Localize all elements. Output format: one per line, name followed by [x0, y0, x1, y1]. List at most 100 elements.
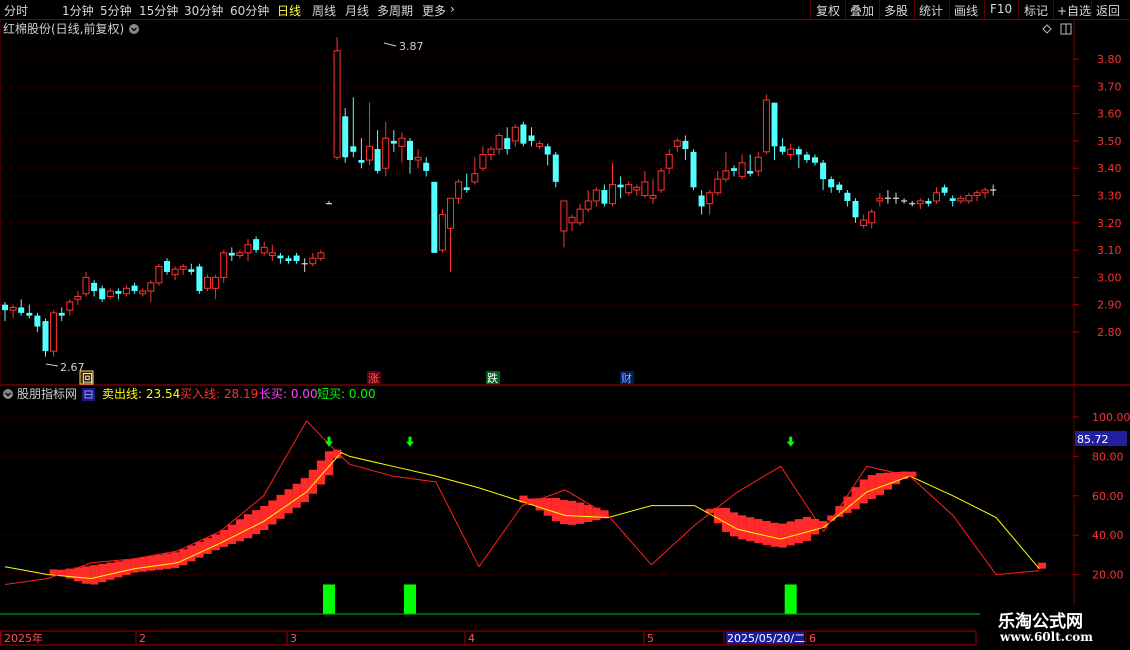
candle-body — [277, 255, 284, 259]
candle — [366, 102, 373, 166]
ribbon-block — [543, 498, 552, 516]
ribbon-block — [211, 534, 220, 551]
candle — [941, 184, 948, 196]
ribbon-block — [875, 473, 884, 495]
candle — [414, 149, 422, 169]
ribbon-block — [738, 515, 747, 540]
menu-daily[interactable]: 日线 — [277, 2, 301, 19]
candle — [423, 157, 430, 177]
menu-15min[interactable]: 15分钟 — [139, 2, 178, 19]
menu-monthly[interactable]: 月线 — [345, 2, 369, 19]
menu-f10[interactable]: F10 — [990, 2, 1012, 16]
ribbon-block — [106, 562, 115, 580]
menu-overlay[interactable]: 叠加 — [850, 2, 874, 19]
menu-fenshi[interactable]: 分时 — [4, 2, 28, 19]
candles — [2, 37, 997, 357]
menu-statistics[interactable]: 统计 — [919, 2, 943, 19]
indicator-name: 股朋指标网 — [17, 386, 77, 401]
candle-body — [682, 140, 689, 150]
ribbon-block — [859, 479, 868, 504]
date-axis — [0, 630, 977, 646]
candle — [18, 299, 25, 316]
candle-body — [431, 181, 438, 253]
menu-1min[interactable]: 1分钟 — [62, 2, 94, 19]
candle-body — [868, 211, 876, 224]
price-tick-label: 3.10 — [1097, 244, 1122, 257]
candle-body — [641, 181, 649, 197]
candle — [204, 274, 211, 292]
menu-weekly[interactable]: 周线 — [312, 2, 336, 19]
ribbon-block — [130, 558, 139, 573]
chevron-right-icon[interactable]: › — [450, 2, 455, 16]
stock-chart[interactable]: 3.80 3.70 3.60 3.50 3.40 3.30 3.20 3.10 3.00 2.90… — [0, 19, 1130, 650]
menu-multi-period[interactable]: 多周期 — [377, 2, 413, 19]
candle-body — [949, 198, 956, 201]
candle-body — [228, 252, 235, 256]
menu-back[interactable]: 返回 — [1096, 2, 1120, 19]
candle — [212, 274, 220, 300]
candle — [754, 151, 762, 177]
candle-body — [933, 192, 940, 202]
candle — [641, 170, 649, 199]
ribbon-block — [584, 505, 593, 523]
ribbon-block — [730, 512, 739, 537]
toolbar: 分时 1分钟 5分钟 15分钟 30分钟 60分钟 日线 周线 月线 多周期 更… — [0, 0, 1130, 20]
price-tick-label: 3.80 — [1097, 53, 1122, 66]
ribbon-block — [235, 519, 245, 542]
ribbon-block — [794, 519, 803, 544]
candle — [260, 241, 268, 256]
indicator-grid — [0, 416, 1074, 576]
candle — [479, 146, 487, 171]
price-tick-label: 3.20 — [1097, 217, 1122, 230]
candle — [471, 157, 479, 185]
candle — [536, 140, 544, 150]
indicator-chevron-icon[interactable] — [3, 389, 13, 399]
candle-body — [747, 170, 754, 174]
candle-body — [244, 244, 252, 254]
menu-add-favorite[interactable]: +自选 — [1057, 2, 1091, 19]
candle — [99, 285, 106, 302]
menu-multi-stock[interactable]: 多股 — [884, 2, 908, 19]
candle — [973, 190, 981, 201]
candle — [196, 263, 203, 294]
candle — [382, 121, 390, 177]
candle-body — [860, 219, 868, 227]
candle — [26, 304, 33, 319]
diamond-icon[interactable] — [1042, 24, 1052, 34]
candle — [220, 250, 228, 283]
candle-body — [358, 160, 365, 163]
chevron-down-icon[interactable] — [129, 24, 139, 34]
ribbon-block — [252, 510, 261, 535]
menu-60min[interactable]: 60分钟 — [230, 2, 269, 19]
candle — [390, 129, 397, 152]
ribbon-block — [90, 565, 99, 585]
candle-body — [511, 126, 519, 142]
candle — [690, 149, 697, 191]
candle — [909, 200, 916, 207]
candle — [836, 181, 843, 193]
candle-body — [123, 287, 130, 295]
candle-body — [147, 282, 155, 292]
menu-mark[interactable]: 标记 — [1024, 2, 1048, 19]
candle — [236, 250, 244, 259]
date-label: 6 — [809, 632, 816, 645]
candle-body — [26, 312, 33, 316]
max-price-label: 3.87 — [399, 40, 424, 53]
candle — [568, 214, 576, 231]
candle-body — [220, 252, 228, 278]
candle — [66, 299, 74, 316]
signal-bar — [323, 584, 335, 614]
candle — [584, 190, 592, 212]
menu-30min[interactable]: 30分钟 — [184, 2, 223, 19]
menu-restore-rights[interactable]: 复权 — [816, 2, 840, 19]
candle-body — [536, 143, 544, 147]
menu-more[interactable]: 更多 — [422, 2, 446, 19]
candle-body — [268, 252, 276, 257]
candle-body — [916, 200, 924, 205]
menu-5min[interactable]: 5分钟 — [100, 2, 132, 19]
date-label: 3 — [290, 632, 297, 645]
candle-body — [812, 157, 818, 163]
menu-draw-line[interactable]: 画线 — [954, 2, 978, 19]
candle-body — [876, 197, 884, 202]
candle-body — [423, 162, 430, 171]
